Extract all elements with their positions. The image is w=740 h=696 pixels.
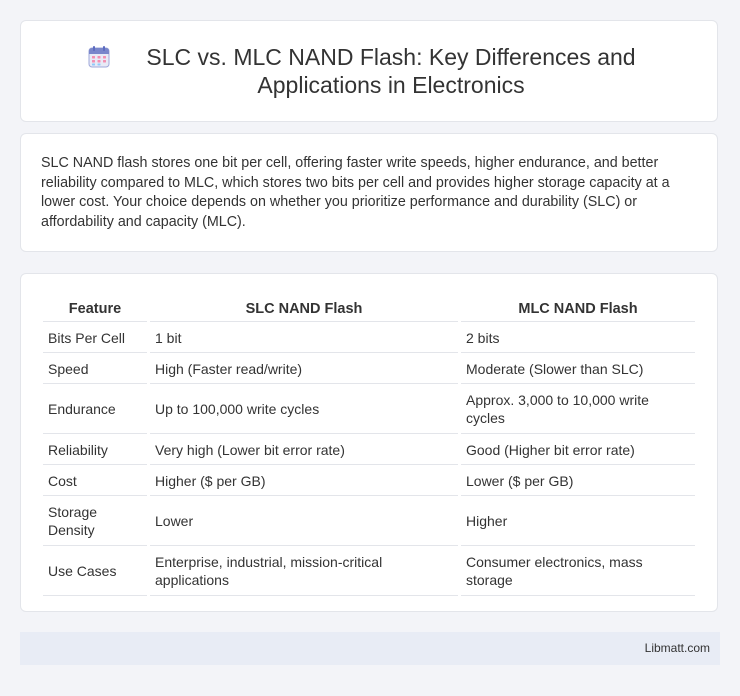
table-row: Speed High (Faster read/write) Moderate …	[43, 354, 695, 384]
cell-feature: Endurance	[43, 385, 147, 434]
cell-mlc: 2 bits	[461, 323, 695, 353]
table-row: Bits Per Cell 1 bit 2 bits	[43, 323, 695, 353]
cell-slc: High (Faster read/write)	[150, 354, 458, 384]
cell-mlc: Higher	[461, 497, 695, 546]
summary-card: SLC NAND flash stores one bit per cell, …	[20, 133, 718, 252]
cell-slc: Very high (Lower bit error rate)	[150, 435, 458, 465]
cell-mlc: Approx. 3,000 to 10,000 write cycles	[461, 385, 695, 434]
cell-feature: Cost	[43, 466, 147, 496]
cell-mlc: Lower ($ per GB)	[461, 466, 695, 496]
cell-slc: Enterprise, industrial, mission-critical…	[150, 547, 458, 596]
header-feature: Feature	[43, 295, 147, 322]
cell-mlc: Good (Higher bit error rate)	[461, 435, 695, 465]
footer-brand-link[interactable]: Libmatt.com	[645, 641, 710, 655]
table-header-row: Feature SLC NAND Flash MLC NAND Flash	[43, 295, 695, 322]
table-row: Reliability Very high (Lower bit error r…	[43, 435, 695, 465]
calendar-icon	[87, 45, 111, 69]
header-slc: SLC NAND Flash	[150, 295, 458, 322]
cell-feature: Reliability	[43, 435, 147, 465]
comparison-table: Feature SLC NAND Flash MLC NAND Flash Bi…	[40, 294, 698, 597]
cell-feature: Bits Per Cell	[43, 323, 147, 353]
title-card: SLC vs. MLC NAND Flash: Key Differences …	[20, 20, 718, 122]
cell-slc: Up to 100,000 write cycles	[150, 385, 458, 434]
cell-slc: Lower	[150, 497, 458, 546]
cell-slc: Higher ($ per GB)	[150, 466, 458, 496]
comparison-table-card: Feature SLC NAND Flash MLC NAND Flash Bi…	[20, 273, 718, 612]
table-row: Use Cases Enterprise, industrial, missio…	[43, 547, 695, 596]
header-mlc: MLC NAND Flash	[461, 295, 695, 322]
cell-feature: Use Cases	[43, 547, 147, 596]
cell-feature: Speed	[43, 354, 147, 384]
summary-text: SLC NAND flash stores one bit per cell, …	[41, 155, 670, 230]
footer: Libmatt.com	[20, 632, 720, 665]
cell-mlc: Consumer electronics, mass storage	[461, 547, 695, 596]
table-row: Endurance Up to 100,000 write cycles App…	[43, 385, 695, 434]
cell-slc: 1 bit	[150, 323, 458, 353]
table-row: Cost Higher ($ per GB) Lower ($ per GB)	[43, 466, 695, 496]
cell-mlc: Moderate (Slower than SLC)	[461, 354, 695, 384]
title-wrap: SLC vs. MLC NAND Flash: Key Differences …	[21, 43, 717, 99]
cell-feature: Storage Density	[43, 497, 147, 546]
table-row: Storage Density Lower Higher	[43, 497, 695, 546]
page-title: SLC vs. MLC NAND Flash: Key Differences …	[146, 44, 636, 98]
